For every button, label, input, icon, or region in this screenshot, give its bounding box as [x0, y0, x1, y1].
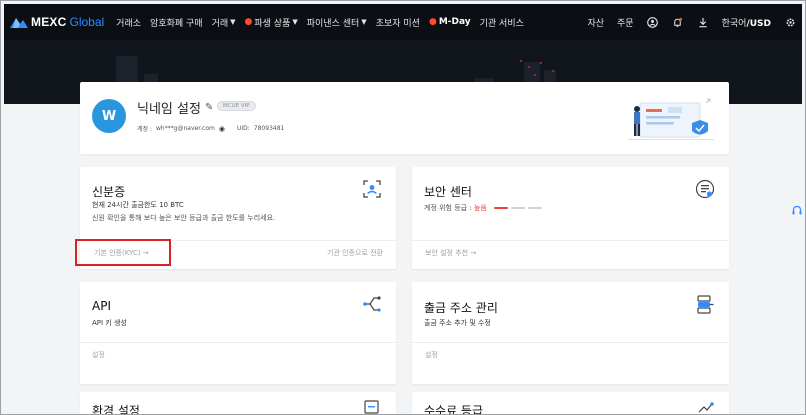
risk-label: 계정 위험 등급 : [424, 204, 472, 212]
chevron-down-icon: ▼ [292, 18, 298, 26]
security-center-icon [695, 179, 715, 199]
nav-trade-label: 거래 [211, 18, 229, 29]
address-book-icon [697, 295, 714, 314]
nickname-setting[interactable]: 닉네임 설정 ✎ [137, 98, 213, 117]
support-headset-icon[interactable] [792, 205, 802, 217]
api-icon [363, 296, 381, 312]
card-api-title: API [92, 299, 111, 313]
divider [412, 342, 729, 343]
nav-derivatives[interactable]: ● 파생 상품 ▼ [245, 16, 298, 29]
mexc-logo[interactable]: MEXC Global [10, 15, 104, 29]
nav-buy-crypto[interactable]: 암호화폐 구매 [150, 16, 203, 29]
eye-icon[interactable]: ◉ [219, 125, 225, 133]
card-withdraw-address: 출금 주소 관리 출금 주소 추가 및 수정 설정 [412, 282, 729, 384]
avatar-letter: W [101, 108, 117, 124]
card-api: API API 키 생성 설정 [80, 282, 396, 384]
account-meta: 계정 : wh***g@naver.com ◉ UID: 78093481 [137, 124, 285, 134]
fee-level-icon [698, 402, 714, 413]
skyline-light [528, 66, 530, 68]
skyline-light [520, 60, 522, 62]
risk-level-bars [494, 207, 543, 209]
nav-menu: 거래소 암호화폐 구매 거래 ▼ ● 파생 상품 ▼ 파이낸스 센터 ▼ 초보자 미션 … [116, 16, 524, 29]
card-security-title: 보안 센터 [424, 185, 472, 199]
card-withdraw-desc: 출금 주소 추가 및 수정 [424, 319, 491, 327]
preferences-icon [364, 400, 379, 414]
language-currency-selector[interactable]: 한국어/USD [722, 16, 771, 29]
vip-badge: MCUE VIP [217, 101, 256, 111]
card-fee-level: 수수료 등급 [412, 392, 729, 415]
profile-illustration [628, 98, 714, 140]
nav-institutional-label: 기관 서비스 [479, 18, 524, 29]
account-label: 계정 : [137, 126, 152, 133]
mexc-mountain-icon [10, 17, 28, 28]
nav-orders-label: 주문 [617, 18, 634, 29]
uid-label: UID: [236, 125, 250, 132]
chevron-down-icon: ▼ [230, 18, 236, 26]
nav-exchange[interactable]: 거래소 [116, 16, 141, 29]
divider [80, 342, 396, 343]
bell-icon[interactable] [672, 16, 684, 28]
user-icon[interactable] [647, 16, 659, 28]
pencil-edit-icon[interactable]: ✎ [205, 102, 213, 113]
nav-beginner-mission[interactable]: 초보자 미션 [376, 16, 420, 29]
nav-exchange-label: 거래소 [116, 18, 142, 29]
fire-icon: ● [428, 17, 437, 27]
nav-buy-crypto-label: 암호화폐 구매 [150, 18, 203, 29]
uid-value: 78093481 [253, 125, 285, 132]
institutional-verification-link[interactable]: 기관 인증으로 전환 [327, 248, 383, 258]
nav-orders[interactable]: 주문 [617, 16, 634, 29]
vip-badge-label: MCUE VIP [223, 103, 250, 109]
download-icon[interactable] [697, 16, 709, 28]
logo-text-global: Global [69, 15, 105, 29]
language-label: 한국어 [721, 18, 747, 29]
card-preferences-title: 환경 설정 [92, 404, 140, 415]
chevron-down-icon: ▼ [361, 18, 367, 26]
nav-finance-center[interactable]: 파이낸스 센터 ▼ [307, 16, 367, 29]
kyc-highlight-box [75, 239, 171, 266]
nav-finance-center-label: 파이낸스 센터 [306, 18, 360, 29]
account-email: wh***g@naver.com [155, 125, 215, 132]
divider [412, 240, 729, 241]
fire-icon: ● [244, 17, 253, 27]
card-security: 보안 센터 계정 위험 등급 : 높음 보안 설정 추천 → [412, 167, 729, 269]
nav-derivatives-label: 파생 상품 [254, 18, 291, 29]
nickname-label: 닉네임 설정 [137, 102, 201, 117]
card-identity-title: 신분증 [92, 185, 126, 199]
nav-assets[interactable]: 자산 [587, 16, 604, 29]
currency-label: /USD [746, 18, 771, 29]
top-navbar: MEXC Global 거래소 암호화폐 구매 거래 ▼ ● 파생 상품 ▼ 파이낸스… [4, 4, 802, 40]
withdraw-settings-link[interactable]: 설정 [425, 350, 438, 360]
skyline-light [552, 70, 554, 72]
api-settings-link[interactable]: 설정 [92, 350, 105, 360]
skyline-light [540, 62, 542, 64]
security-recommend-link[interactable]: 보안 설정 추천 → [425, 248, 476, 258]
card-identity-desc: 신원 확인을 통해 보다 높은 보안 등급과 출금 한도를 누리세요. [92, 214, 276, 222]
card-api-desc: API 키 생성 [92, 319, 127, 327]
logo-text: MEXC [31, 15, 67, 29]
card-preferences: 환경 설정 [80, 392, 396, 415]
nav-beginner-mission-label: 초보자 미션 [375, 18, 420, 29]
settings-gear-icon[interactable] [784, 16, 796, 28]
account-risk-level: 계정 위험 등급 : 높음 [424, 203, 543, 213]
id-scan-icon [363, 180, 381, 198]
card-identity-limit: 현재 24시간 출금한도 10 BTC [92, 201, 184, 209]
nav-institutional[interactable]: 기관 서비스 [480, 16, 524, 29]
risk-value: 높음 [473, 204, 487, 212]
card-withdraw-title: 출금 주소 관리 [424, 301, 498, 315]
nav-mday-label: M-Day [438, 17, 471, 27]
nav-assets-label: 자산 [587, 18, 605, 29]
profile-card: W 닉네임 설정 ✎ MCUE VIP 계정 : wh***g@naver.co… [80, 82, 729, 154]
nav-trade[interactable]: 거래 ▼ [212, 16, 236, 29]
skyline-light [534, 74, 536, 76]
card-fee-title: 수수료 등급 [424, 404, 484, 415]
nav-right: 자산 주문 한국어/USD [587, 16, 796, 29]
nav-mday[interactable]: ● M-Day [429, 17, 471, 27]
avatar[interactable]: W [92, 99, 126, 133]
